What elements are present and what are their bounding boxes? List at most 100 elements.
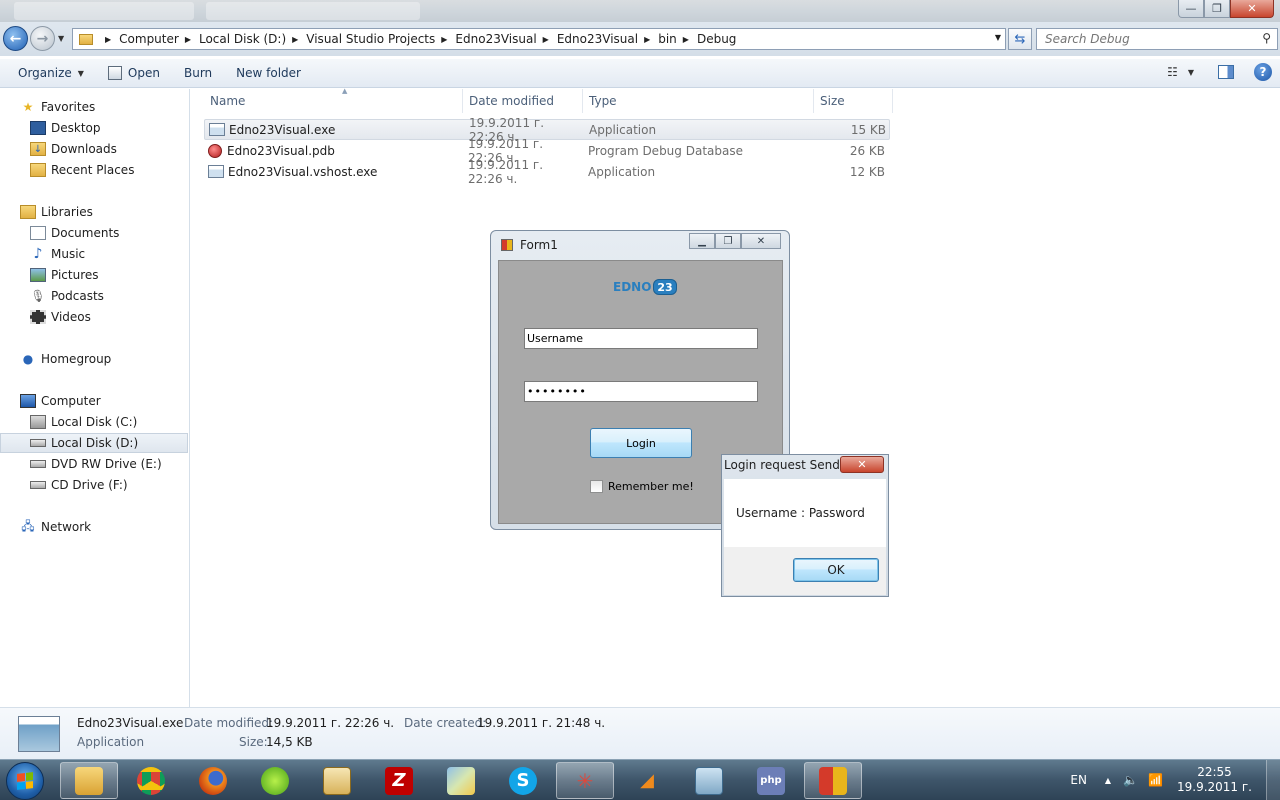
burn-button[interactable]: Burn	[175, 61, 221, 85]
maximize-button[interactable]: ❐	[1204, 0, 1230, 18]
nav-local-disk-d[interactable]: Local Disk (D:)	[0, 433, 188, 453]
chevron-right-icon[interactable]: ▶	[543, 35, 549, 44]
nav-computer[interactable]: Computer	[0, 391, 188, 411]
taskbar-php[interactable]: php	[742, 762, 800, 799]
preview-pane-icon[interactable]	[1218, 65, 1234, 79]
file-date: 19.9.2011 г. 22:26 ч.	[468, 157, 544, 186]
forward-button[interactable]: →	[30, 26, 55, 51]
column-type[interactable]: Type	[583, 89, 814, 113]
window-controls: — ❐ ✕	[1178, 0, 1274, 18]
nav-network[interactable]: 🖧 Network	[0, 517, 188, 537]
column-date-modified[interactable]: Date modified	[463, 89, 583, 113]
taskbar-filezilla[interactable]: Z	[370, 762, 428, 799]
taskbar-visual-app[interactable]: ✳	[556, 762, 614, 799]
breadcrumb-edno23visual[interactable]: Edno23Visual ▶	[455, 32, 556, 46]
checkbox-icon[interactable]	[590, 480, 603, 493]
taskbar-chrome[interactable]	[122, 762, 180, 799]
password-field[interactable]	[524, 381, 758, 402]
nav-libraries[interactable]: Libraries	[0, 202, 188, 222]
star-icon: ★	[22, 100, 34, 114]
network-signal-icon[interactable]: 📶	[1148, 773, 1163, 787]
file-name: Edno23Visual.exe	[229, 122, 336, 137]
taskbar-skype[interactable]: S	[494, 762, 552, 799]
recent-pages-dropdown-icon[interactable]: ▼	[58, 34, 64, 43]
volume-icon[interactable]: 🔈	[1123, 773, 1138, 787]
taskbar-firefox[interactable]	[184, 762, 242, 799]
nav-label: Local Disk (D:)	[51, 436, 139, 450]
taskbar-rss[interactable]: ◢	[618, 762, 676, 799]
nav-downloads[interactable]: ↓ Downloads	[0, 139, 188, 159]
chevron-right-icon[interactable]: ▶	[441, 35, 447, 44]
form1-minimize-button[interactable]: ▁	[689, 233, 715, 249]
column-name[interactable]: Name	[204, 89, 463, 113]
file-row[interactable]: Edno23Visual.vshost.exe 19.9.2011 г. 22:…	[204, 158, 890, 186]
show-hidden-icons-icon[interactable]: ▲	[1105, 776, 1111, 785]
search-box[interactable]: ⚲	[1036, 28, 1278, 50]
close-button[interactable]: ✕	[1230, 0, 1274, 18]
message-box-title: Login request Send...	[724, 458, 840, 472]
taskbar-explorer[interactable]	[60, 762, 118, 799]
breadcrumb-label: Edno23Visual	[455, 32, 537, 46]
nav-pictures[interactable]: Pictures	[0, 265, 188, 285]
ok-button[interactable]: OK	[793, 558, 879, 582]
form1-maximize-button[interactable]: ❐	[715, 233, 741, 249]
message-box-close-button[interactable]: ✕	[840, 456, 884, 473]
column-label: Name	[210, 94, 246, 108]
nav-podcasts[interactable]: 🎙 Podcasts	[0, 286, 188, 306]
nav-documents[interactable]: Documents	[0, 223, 188, 243]
breadcrumb-computer[interactable]: Computer ▶	[119, 32, 199, 46]
nav-label: CD Drive (F:)	[51, 478, 128, 492]
nav-homegroup[interactable]: ● Homegroup	[0, 349, 188, 369]
taskbar-form-app[interactable]	[804, 762, 862, 799]
new-folder-button[interactable]: New folder	[227, 61, 310, 85]
show-desktop-button[interactable]	[1266, 760, 1280, 800]
chevron-right-icon[interactable]: ▶	[292, 35, 298, 44]
navigation-pane: ★ Favorites Desktop ↓ Downloads Recent Pla…	[0, 89, 190, 707]
taskbar-app-files[interactable]	[432, 762, 490, 799]
nav-music[interactable]: ♪ Music	[0, 244, 188, 264]
search-icon[interactable]: ⚲	[1262, 31, 1271, 45]
breadcrumb-bin[interactable]: bin ▶	[658, 32, 697, 46]
chevron-right-icon[interactable]: ▶	[185, 35, 191, 44]
start-button[interactable]	[6, 762, 44, 800]
nav-favorites[interactable]: ★ Favorites	[0, 97, 188, 117]
chevron-right-icon[interactable]: ▶	[105, 35, 111, 44]
address-bar[interactable]: ▶ Computer ▶ Local Disk (D:) ▶ Visual Stud…	[72, 28, 1006, 50]
taskbar-app-green[interactable]	[246, 762, 304, 799]
language-indicator[interactable]: EN	[1070, 773, 1087, 787]
back-button[interactable]: ←	[3, 26, 28, 51]
chevron-right-icon[interactable]: ▶	[683, 35, 689, 44]
username-field[interactable]	[524, 328, 758, 349]
nav-recent-places[interactable]: Recent Places	[0, 160, 188, 180]
help-icon[interactable]: ?	[1254, 63, 1272, 81]
breadcrumb-local-disk-d[interactable]: Local Disk (D:) ▶	[199, 32, 306, 46]
breadcrumb-debug[interactable]: Debug	[697, 32, 736, 46]
open-button[interactable]: Open	[99, 61, 169, 85]
taskbar-app-card[interactable]	[308, 762, 366, 799]
refresh-button[interactable]: ⇆	[1008, 28, 1032, 50]
breadcrumb-visual-studio-projects[interactable]: Visual Studio Projects ▶	[306, 32, 455, 46]
minimize-button[interactable]: —	[1178, 0, 1204, 18]
view-options-dropdown-icon[interactable]: ▼	[1188, 68, 1194, 77]
nav-cd-drive-f[interactable]: CD Drive (F:)	[0, 475, 188, 495]
address-dropdown-icon[interactable]: ▼	[995, 33, 1001, 42]
clock[interactable]: 22:55 19.9.2011 г.	[1177, 765, 1252, 795]
organize-button[interactable]: Organize ▼	[9, 61, 93, 85]
taskbar-app-stack[interactable]	[680, 762, 738, 799]
file-name-cell: Edno23Visual.pdb	[204, 143, 460, 158]
chevron-right-icon[interactable]: ▶	[644, 35, 650, 44]
nav-videos[interactable]: Videos	[0, 307, 188, 327]
column-size[interactable]: Size	[814, 89, 893, 113]
nav-local-disk-c[interactable]: Local Disk (C:)	[0, 412, 188, 432]
login-button[interactable]: Login	[590, 428, 692, 458]
explorer-folder-icon	[75, 766, 103, 795]
search-input[interactable]	[1045, 32, 1245, 46]
breadcrumb-edno23visual-inner[interactable]: Edno23Visual ▶	[557, 32, 658, 46]
nav-desktop[interactable]: Desktop	[0, 118, 188, 138]
nav-dvd-drive-e[interactable]: DVD RW Drive (E:)	[0, 454, 188, 474]
remember-me-checkbox[interactable]: Remember me!	[590, 480, 694, 493]
window-titlebar: — ❐ ✕	[0, 0, 1280, 22]
change-view-icon[interactable]: ☷	[1167, 65, 1178, 79]
drive-c-icon	[30, 415, 46, 429]
form1-close-button[interactable]: ✕	[741, 233, 781, 249]
